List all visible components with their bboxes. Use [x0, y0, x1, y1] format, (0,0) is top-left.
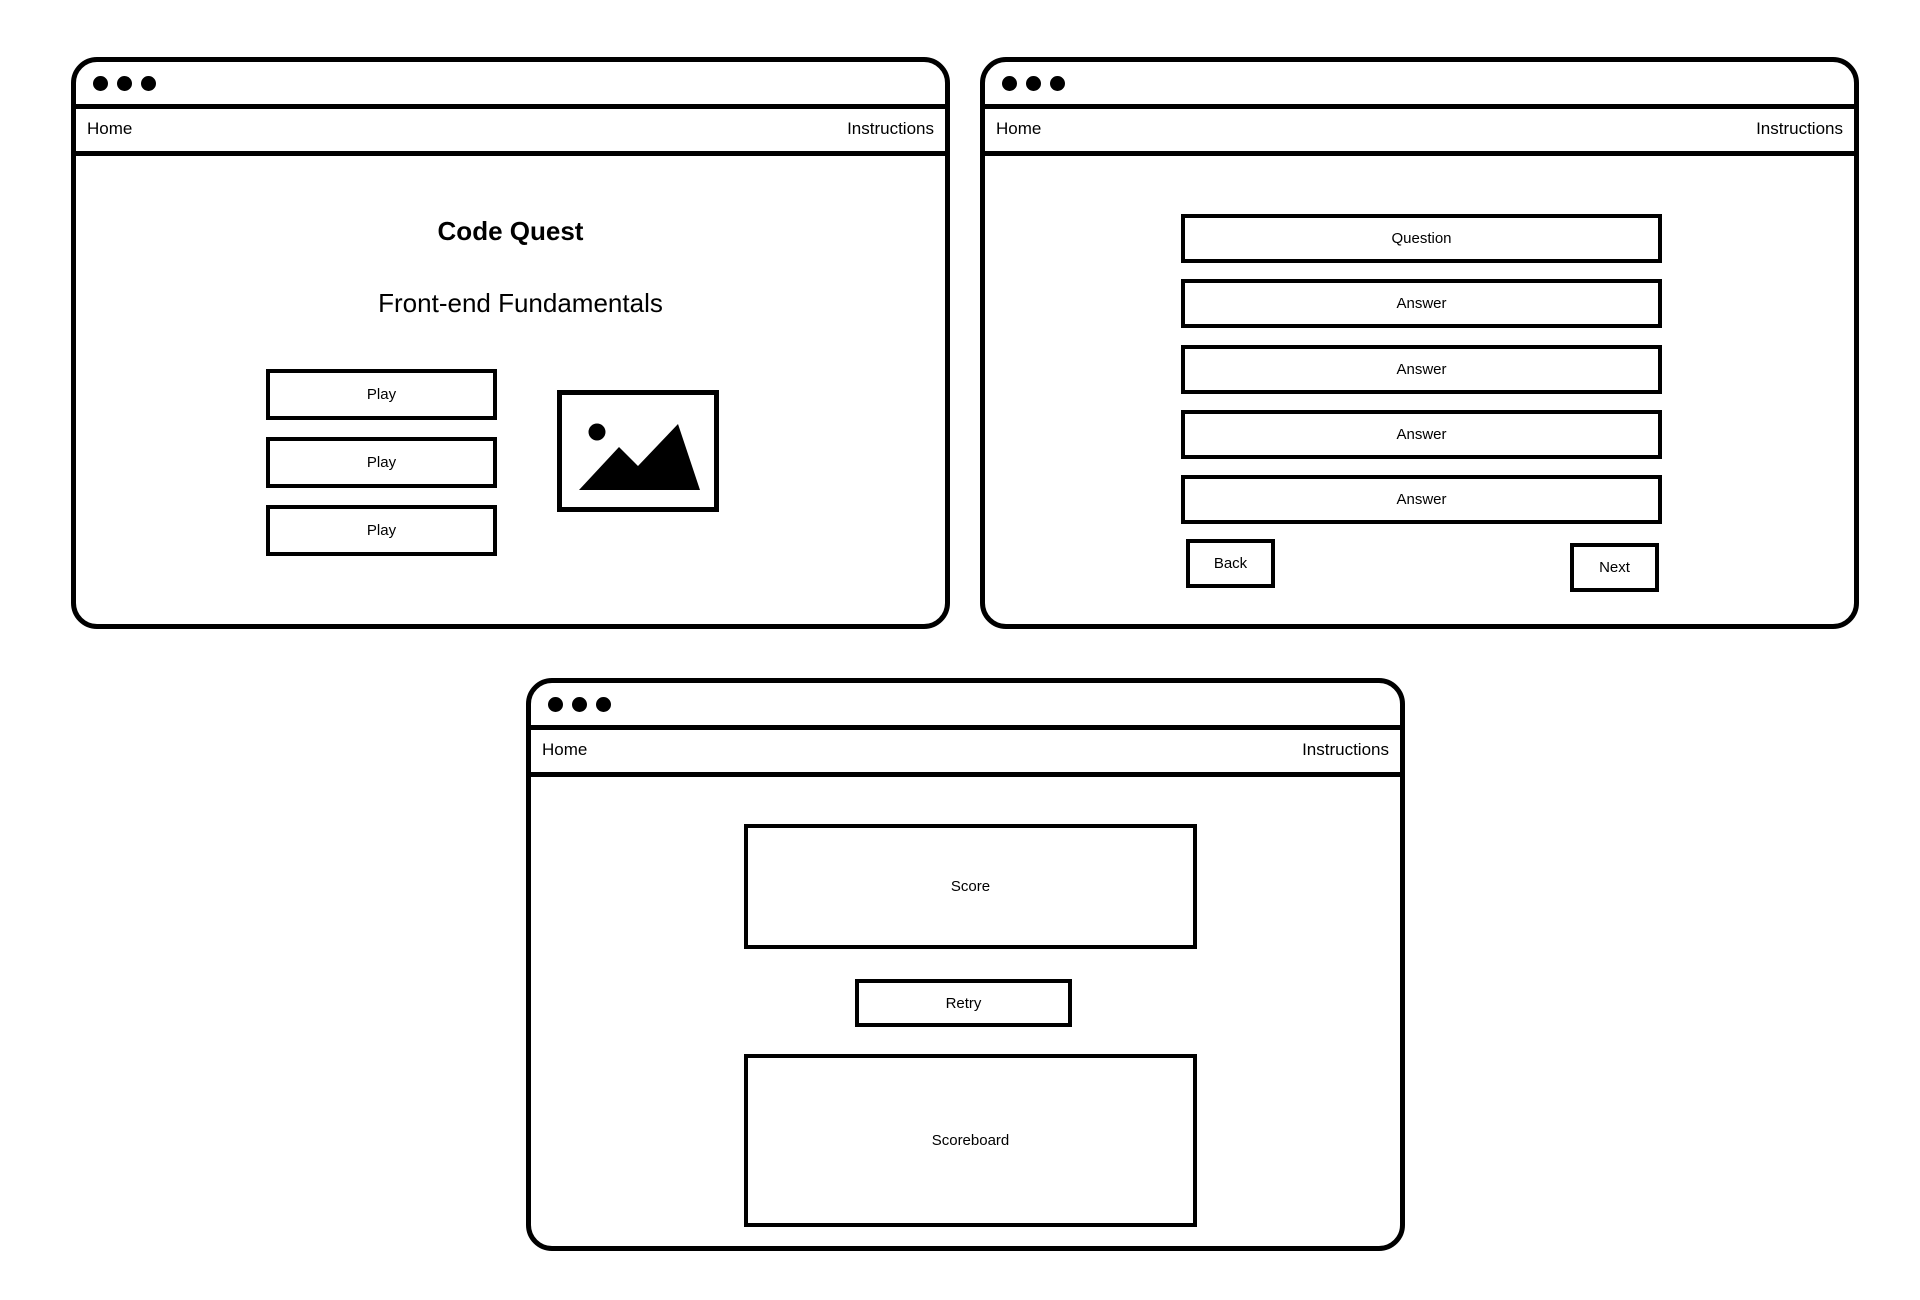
scoreboard-panel: Scoreboard — [744, 1054, 1197, 1227]
results-screen-window: Home Instructions Score Retry Scoreboard — [526, 678, 1405, 1251]
nav-instructions-link[interactable]: Instructions — [847, 119, 934, 139]
window-dot-icon — [572, 697, 587, 712]
nav-home-link[interactable]: Home — [542, 740, 587, 760]
window-dot-icon — [1002, 76, 1017, 91]
window-titlebar — [531, 683, 1400, 725]
next-button[interactable]: Next — [1570, 543, 1659, 592]
answer-option-2[interactable]: Answer — [1181, 345, 1662, 394]
quiz-screen-window: Home Instructions Question Answer Answer… — [980, 57, 1859, 629]
score-panel: Score — [744, 824, 1197, 949]
nav-bar: Home Instructions — [980, 104, 1859, 156]
play-button-3[interactable]: Play — [266, 505, 497, 556]
nav-instructions-link[interactable]: Instructions — [1756, 119, 1843, 139]
question-box: Question — [1181, 214, 1662, 263]
answer-option-3[interactable]: Answer — [1181, 410, 1662, 459]
game-subtitle: Front-end Fundamentals — [378, 288, 663, 318]
answer-option-1[interactable]: Answer — [1181, 279, 1662, 328]
game-title: Code Quest — [437, 216, 584, 246]
window-dot-icon — [1050, 76, 1065, 91]
window-dot-icon — [548, 697, 563, 712]
retry-button[interactable]: Retry — [855, 979, 1072, 1027]
window-dot-icon — [1026, 76, 1041, 91]
nav-bar: Home Instructions — [526, 725, 1405, 777]
back-button[interactable]: Back — [1186, 539, 1275, 588]
nav-home-link[interactable]: Home — [87, 119, 132, 139]
play-button-2[interactable]: Play — [266, 437, 497, 488]
window-dot-icon — [141, 76, 156, 91]
window-dot-icon — [117, 76, 132, 91]
nav-home-link[interactable]: Home — [996, 119, 1041, 139]
nav-bar: Home Instructions — [71, 104, 950, 156]
answer-option-4[interactable]: Answer — [1181, 475, 1662, 524]
window-titlebar — [76, 62, 945, 104]
image-placeholder — [557, 390, 719, 512]
window-dot-icon — [596, 697, 611, 712]
play-button-1[interactable]: Play — [266, 369, 497, 420]
nav-instructions-link[interactable]: Instructions — [1302, 740, 1389, 760]
start-screen-window: Home Instructions Code Quest Front-end F… — [71, 57, 950, 629]
window-dot-icon — [93, 76, 108, 91]
image-placeholder-icon — [579, 423, 700, 490]
window-titlebar — [985, 62, 1854, 104]
